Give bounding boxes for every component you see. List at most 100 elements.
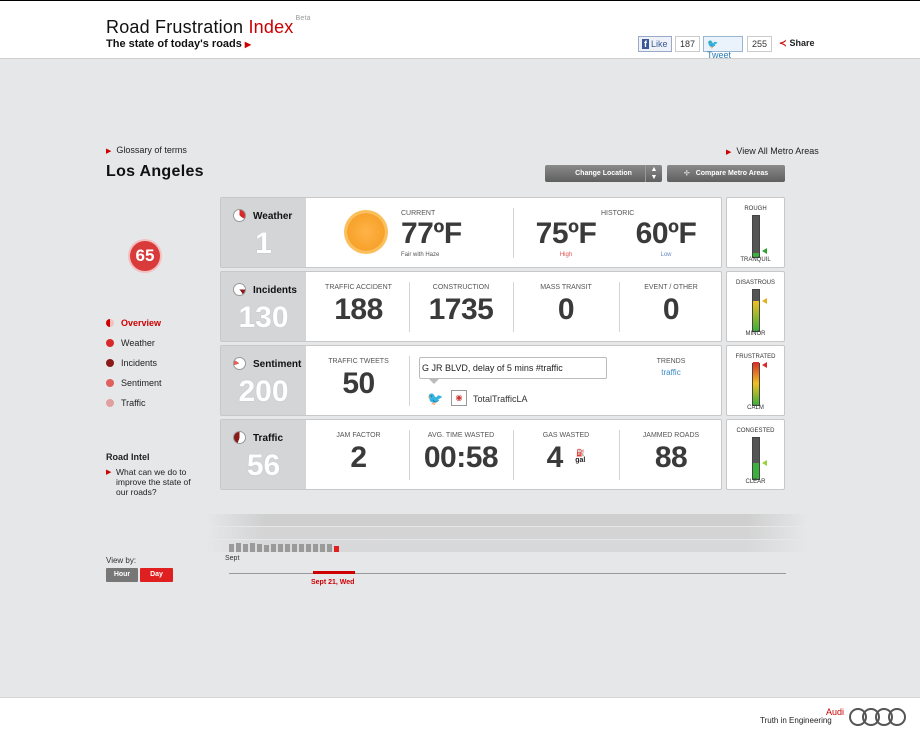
logo-title-accent: Index [248,17,294,37]
traffic-label: Traffic [253,433,284,444]
weather-header[interactable]: Weather 1 [221,198,306,267]
view-all-metro-link[interactable]: ▶ View All Metro Areas [726,146,819,156]
current-weather: CURRENT 77ºF Fair with Haze [401,198,521,267]
road-intel-title: Road Intel [106,452,150,462]
weather-score: 1 [255,227,272,260]
day-bar[interactable] [292,544,297,552]
day-bar[interactable] [236,543,241,552]
stat-caption: JAM FACTOR [336,432,381,439]
traffic-panel: Traffic 56 JAM FACTOR 2 AVG. TIME WASTED 0… [220,419,722,490]
trend-link[interactable]: traffic [621,368,721,377]
meter-tube [752,437,760,480]
meter-fill [753,362,759,405]
nav-label: Overview [121,318,162,328]
sentiment-label: Sentiment [253,359,302,370]
day-bar[interactable] [313,544,318,552]
day-bar[interactable] [257,544,262,552]
tagline-arrow-icon: ▶ [244,40,252,49]
nav-label: Traffic [121,398,146,408]
day-bar-selected[interactable] [334,546,339,552]
stat-caption: MASS TRANSIT [540,284,592,291]
hour-toggle[interactable]: Hour [106,568,138,582]
nav-item-weather[interactable]: Weather [106,333,162,353]
weather-meter: ROUGH TRANQUIL [726,197,785,268]
nav-item-traffic[interactable]: Traffic [106,393,162,413]
change-location-button[interactable]: Change Location ▲ ▼ [545,165,662,182]
tagline[interactable]: The state of today's roads ▶ [106,38,251,50]
nav-label: Sentiment [121,378,162,388]
incidents-score: 130 [238,301,289,334]
stat-value: 4 [546,441,564,474]
timeline-selection[interactable] [313,571,355,574]
day-bar[interactable] [285,544,290,552]
gas-pump-icon: ⛽ gal [575,450,586,464]
traffic-header[interactable]: Traffic 56 [221,420,306,489]
nav-item-sentiment[interactable]: Sentiment [106,373,162,393]
low-label: Low [660,252,672,258]
day-bar[interactable] [243,544,248,552]
incidents-panel: Incidents 130 TRAFFIC ACCIDENT 188 CONSTR… [220,271,722,342]
divider [513,282,514,332]
compare-metro-button[interactable]: ⊹ Compare Metro Areas [667,165,785,182]
compare-icon: ⊹ [683,170,690,177]
nav-item-overview[interactable]: Overview [106,313,162,333]
incidents-meter: DISASTROUS MINOR [726,271,785,342]
glossary-link[interactable]: ▶ Glossary of terms [106,145,187,155]
month-label: Sept [225,555,240,562]
section-nav: Overview Weather Incidents Sentiment Tra… [106,313,162,413]
link-arrow-icon: ▶ [726,149,732,156]
high-label: High [559,252,573,258]
day-bar[interactable] [306,544,311,552]
view-by-label: View by: [106,556,137,565]
site-logo[interactable]: Road Frustration Index Beta [106,15,311,38]
divider [409,356,410,406]
gas-unit: gal [575,457,586,464]
day-bar[interactable] [271,544,276,552]
historic-high: 75ºF High [521,198,611,267]
day-bar[interactable] [229,544,234,552]
traffic-score: 56 [246,449,281,482]
stat-value: 00:58 [423,441,499,474]
meter-fill [753,463,759,479]
meter-indicator-icon [762,362,767,368]
day-bar[interactable] [320,544,325,552]
tweet-avatar[interactable]: ◉ [451,390,467,406]
historic-low: 60ºF Low [621,198,711,267]
ring-icon [888,708,906,726]
stat-caption: TRAFFIC TWEETS [328,358,389,365]
sentiment-meter: FRUSTRATED CALM [726,345,785,416]
day-bar[interactable] [250,543,255,552]
weather-pie-icon [233,209,246,222]
day-toggle[interactable]: Day [140,568,173,582]
day-bar[interactable] [278,544,283,552]
sentiment-header[interactable]: Sentiment 200 [221,346,306,415]
meter-top-label: CONGESTED [736,428,775,434]
nav-item-incidents[interactable]: Incidents [106,353,162,373]
divider [409,430,410,480]
sentiment-panel: Sentiment 200 TRAFFIC TWEETS 50 TRENDS tr… [220,345,722,416]
audi-rings-logo[interactable] [849,708,909,726]
tweet-label: Tweet [707,50,732,60]
tweet-handle[interactable]: TotalTrafficLA [473,394,528,404]
stat-caption: JAMMED ROADS [642,432,700,439]
day-bar[interactable] [299,544,304,552]
dot-icon [106,379,114,387]
tagline-text: The state of today's roads [106,38,242,50]
day-bar[interactable] [264,545,269,552]
traffic-stat: JAM FACTOR 2 [311,420,406,489]
incidents-header[interactable]: Incidents 130 [221,272,306,341]
change-location-label: Change Location [575,170,632,177]
divider [513,208,514,258]
road-intel-link[interactable]: ▶ What can we do to improve the state of … [106,467,196,497]
stat-caption: GAS WASTED [542,432,590,439]
day-bar[interactable] [327,544,332,552]
tweet-count: 255 [747,36,773,52]
stat-value: 188 [334,293,383,326]
share-button[interactable]: ≺ Share [779,38,815,49]
dot-icon [106,399,114,407]
weather-condition: Fair with Haze [401,252,440,258]
facebook-like-button[interactable]: f Like [638,36,672,52]
tweet-button[interactable]: 🐦Tweet [703,36,743,60]
tweet-bubble[interactable]: G JR BLVD, delay of 5 mins #traffic [419,357,607,379]
stat-value: 0 [662,293,680,326]
